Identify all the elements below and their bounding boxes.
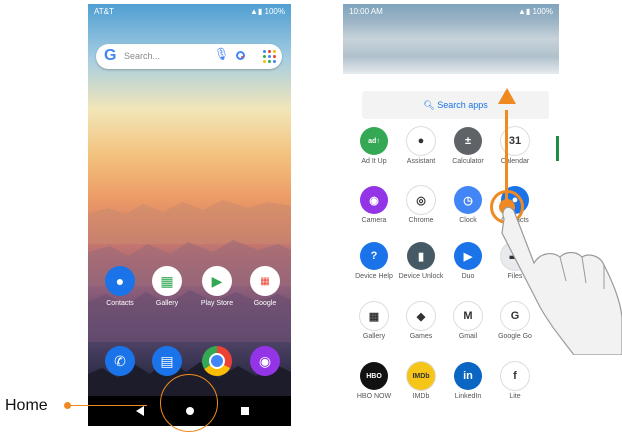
app-label: Clock — [459, 217, 477, 224]
app-label: Chrome — [408, 217, 434, 224]
gmail-icon[interactable]: M — [454, 302, 482, 330]
duo-icon[interactable]: ▶ — [454, 242, 482, 270]
swipe-up-arrow-head — [498, 88, 516, 104]
app-label: Device Help — [355, 273, 393, 280]
device-unlock-icon[interactable]: ▮ — [407, 242, 435, 270]
app-label: Camera — [361, 217, 387, 224]
play-store-icon[interactable]: ▶ — [202, 266, 232, 296]
microphone-icon[interactable]: 🎙 — [214, 47, 229, 61]
hand-gesture-icon — [501, 206, 622, 355]
phone-icon[interactable]: ✆ — [105, 346, 135, 376]
linkedin-icon[interactable]: in — [454, 362, 482, 390]
app-label: Duo — [461, 273, 475, 280]
annotation-line — [68, 405, 147, 406]
search-apps-label: Search apps — [437, 100, 488, 110]
games-icon[interactable]: ◆ — [407, 302, 435, 330]
app-label: Calculator — [452, 158, 484, 165]
lens-icon[interactable] — [236, 51, 245, 60]
chrome-icon[interactable]: ◎ — [407, 186, 435, 214]
imdb-icon[interactable]: IMDb — [407, 362, 435, 390]
gallery-icon[interactable]: ▦ — [152, 266, 182, 296]
messages-icon[interactable]: ▤ — [152, 346, 182, 376]
google-folder-icon[interactable]: ▦ — [250, 266, 280, 296]
app-label: IMDb — [412, 393, 430, 400]
app-label: Lite — [509, 393, 521, 400]
app-label: LinkedIn — [454, 393, 482, 400]
calculator-icon[interactable]: ± — [454, 127, 482, 155]
recent-apps-button[interactable] — [241, 407, 249, 415]
status-bar: AT&T ▲▮ 100% — [88, 4, 291, 18]
signal-icon: ▲▮ — [249, 7, 265, 16]
facebook-lite-icon[interactable]: f — [501, 362, 529, 390]
app-label: Device Unlock — [398, 273, 444, 280]
contacts-icon[interactable]: ● — [105, 266, 135, 296]
google-logo-icon: G — [104, 47, 117, 64]
status-icons: ▲▮ 100% — [250, 7, 285, 16]
assistant-icon[interactable]: ● — [407, 127, 435, 155]
home-annotation-label: Home — [5, 397, 48, 414]
hbo-now-icon[interactable]: HBO — [360, 362, 388, 390]
battery-level: 100% — [532, 7, 553, 16]
carrier-text: AT&T — [94, 7, 114, 16]
app-label-google: Google — [253, 300, 277, 307]
app-label: Gmail — [458, 333, 478, 340]
camera-icon[interactable]: ◉ — [250, 346, 280, 376]
app-label: Assistant — [406, 158, 436, 165]
chrome-icon[interactable] — [202, 346, 232, 376]
time-text: 10:00 AM — [349, 7, 383, 16]
app-label-play-store: Play Store — [200, 300, 234, 307]
battery-level: 100% — [264, 7, 285, 16]
app-label-gallery: Gallery — [155, 300, 179, 307]
app-label: Ad It Up — [361, 158, 387, 165]
home-highlight-circle — [160, 374, 218, 432]
app-label: HBO NOW — [356, 393, 392, 400]
app-label: Gallery — [362, 333, 386, 340]
app-label-contacts: Contacts — [106, 300, 134, 307]
clock-icon[interactable]: ◷ — [454, 186, 482, 214]
signal-icon: ▲▮ — [517, 7, 533, 16]
device-help-icon[interactable]: ? — [360, 242, 388, 270]
app-label: Calendar — [500, 158, 530, 165]
search-placeholder: Search... — [124, 51, 161, 61]
apps-grid-icon[interactable] — [263, 50, 276, 63]
search-icon: 🔍︎ — [423, 100, 438, 110]
home-screen: AT&T ▲▮ 100% G Search... 🎙 ● Contacts ▦ … — [88, 4, 291, 426]
status-bar: 10:00 AM ▲▮ 100% — [343, 4, 559, 18]
google-search-bar[interactable]: G Search... 🎙 — [96, 44, 282, 69]
scroll-indicator[interactable] — [556, 136, 559, 161]
search-apps-bar[interactable]: 🔍︎ Search apps — [362, 91, 549, 119]
app-label: Games — [409, 333, 433, 340]
status-icons: ▲▮ 100% — [518, 7, 553, 16]
camera-icon[interactable]: ◉ — [360, 186, 388, 214]
gallery-icon[interactable]: ▦ — [360, 302, 388, 330]
back-button[interactable] — [136, 406, 144, 416]
ad-it-up-icon[interactable]: ad↑ — [360, 127, 388, 155]
